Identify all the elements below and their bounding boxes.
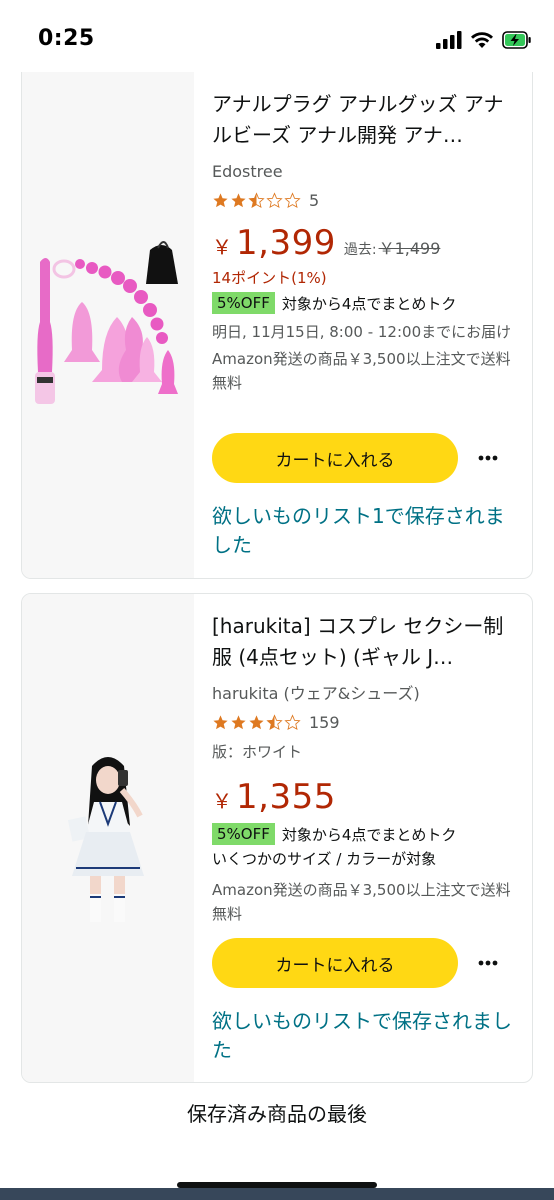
more-dots-icon [478, 455, 498, 461]
wishlist-saved-link[interactable]: 欲しいものリストで保存されました [212, 1007, 518, 1065]
was-price: ￥1,499 [378, 239, 441, 258]
star-full-icon [213, 714, 228, 729]
more-dots-icon [478, 960, 498, 966]
star-empty-icon [266, 191, 283, 208]
points-text: 14ポイント(1%) [212, 269, 327, 287]
currency-symbol: ￥ [212, 789, 232, 813]
discount-badge: 5%OFF [212, 292, 275, 314]
promotion-sub-text: いくつかのサイズ / カラーが対象 [212, 850, 437, 868]
product-title[interactable]: アナルプラグ アナルグッズ アナルビーズ アナル開発 アナ… [212, 89, 518, 151]
more-options-button[interactable] [476, 446, 500, 470]
shipping-text: Amazon発送の商品￥3,500以上注文で送料無料 [212, 881, 511, 923]
star-half-icon [266, 713, 283, 730]
saved-item-card[interactable]: アナルプラグ アナルグッズ アナルビーズ アナル開発 アナ… Edostree … [21, 72, 533, 579]
shipping-text: Amazon発送の商品￥3,500以上注文で送料無料 [212, 350, 511, 392]
rating-count: 5 [309, 190, 320, 210]
battery-charging-icon [502, 31, 531, 49]
wishlist-saved-link[interactable]: 欲しいものリスト1で保存されました [212, 502, 518, 560]
wifi-icon [471, 32, 493, 48]
star-empty-icon [284, 191, 301, 208]
discount-badge: 5%OFF [212, 823, 275, 845]
end-of-saved-items: 保存済み商品の最後 [187, 1102, 367, 1126]
add-to-cart-button[interactable]: カートに入れる [212, 433, 458, 483]
status-bar: 0:25 [0, 0, 554, 78]
was-price-label: 過去: [343, 242, 377, 258]
price-row: ￥ 1,355 [212, 777, 518, 817]
promotion[interactable]: 5%OFF 対象から4点でまとめトク [212, 292, 518, 314]
star-half-icon [248, 191, 265, 208]
status-time: 0:25 [38, 26, 95, 51]
add-to-cart-button[interactable]: カートに入れる [212, 938, 458, 988]
star-rating [212, 713, 301, 731]
price-row: ￥ 1,399 過去: ￥1,499 [212, 223, 518, 263]
currency-symbol: ￥ [212, 235, 232, 259]
promotion-text: 対象から4点でまとめトク [281, 825, 457, 844]
cellular-signal-icon [436, 31, 462, 49]
promotion-text: 対象から4点でまとめトク [281, 294, 457, 313]
star-full-icon [249, 714, 264, 729]
pink-toy-set-image [35, 241, 178, 404]
product-brand: Edostree [212, 162, 283, 181]
product-thumbnail[interactable] [22, 72, 194, 578]
rating-count: 159 [309, 712, 340, 732]
delivery-text: 明日, 11月15日, 8:00 - 12:00までにお届け [212, 323, 512, 341]
star-empty-icon [284, 713, 301, 730]
star-rating [212, 191, 301, 209]
bottom-bar [0, 1188, 554, 1200]
item-actions: カートに入れる [212, 938, 518, 988]
product-thumbnail[interactable] [22, 594, 194, 1082]
price: 1,355 [236, 777, 336, 817]
item-actions: カートに入れる [212, 433, 518, 483]
cosplay-uniform-image [67, 757, 144, 922]
status-icons [436, 28, 532, 52]
star-full-icon [231, 714, 246, 729]
price: 1,399 [236, 223, 336, 263]
saved-item-card[interactable]: [harukita] コスプレ セクシー制服 (4点セット) (ギャル J… h… [21, 593, 533, 1083]
product-title[interactable]: [harukita] コスプレ セクシー制服 (4点セット) (ギャル J… [212, 611, 518, 673]
product-rating[interactable]: 159 [212, 711, 518, 733]
product-brand: harukita (ウェア&シューズ) [212, 684, 420, 703]
star-full-icon [231, 192, 246, 207]
variant-text: 版：ホワイト [212, 743, 303, 761]
more-options-button[interactable] [476, 951, 500, 975]
star-full-icon [213, 192, 228, 207]
promotion[interactable]: 5%OFF 対象から4点でまとめトク [212, 823, 518, 845]
product-rating[interactable]: 5 [212, 189, 518, 211]
